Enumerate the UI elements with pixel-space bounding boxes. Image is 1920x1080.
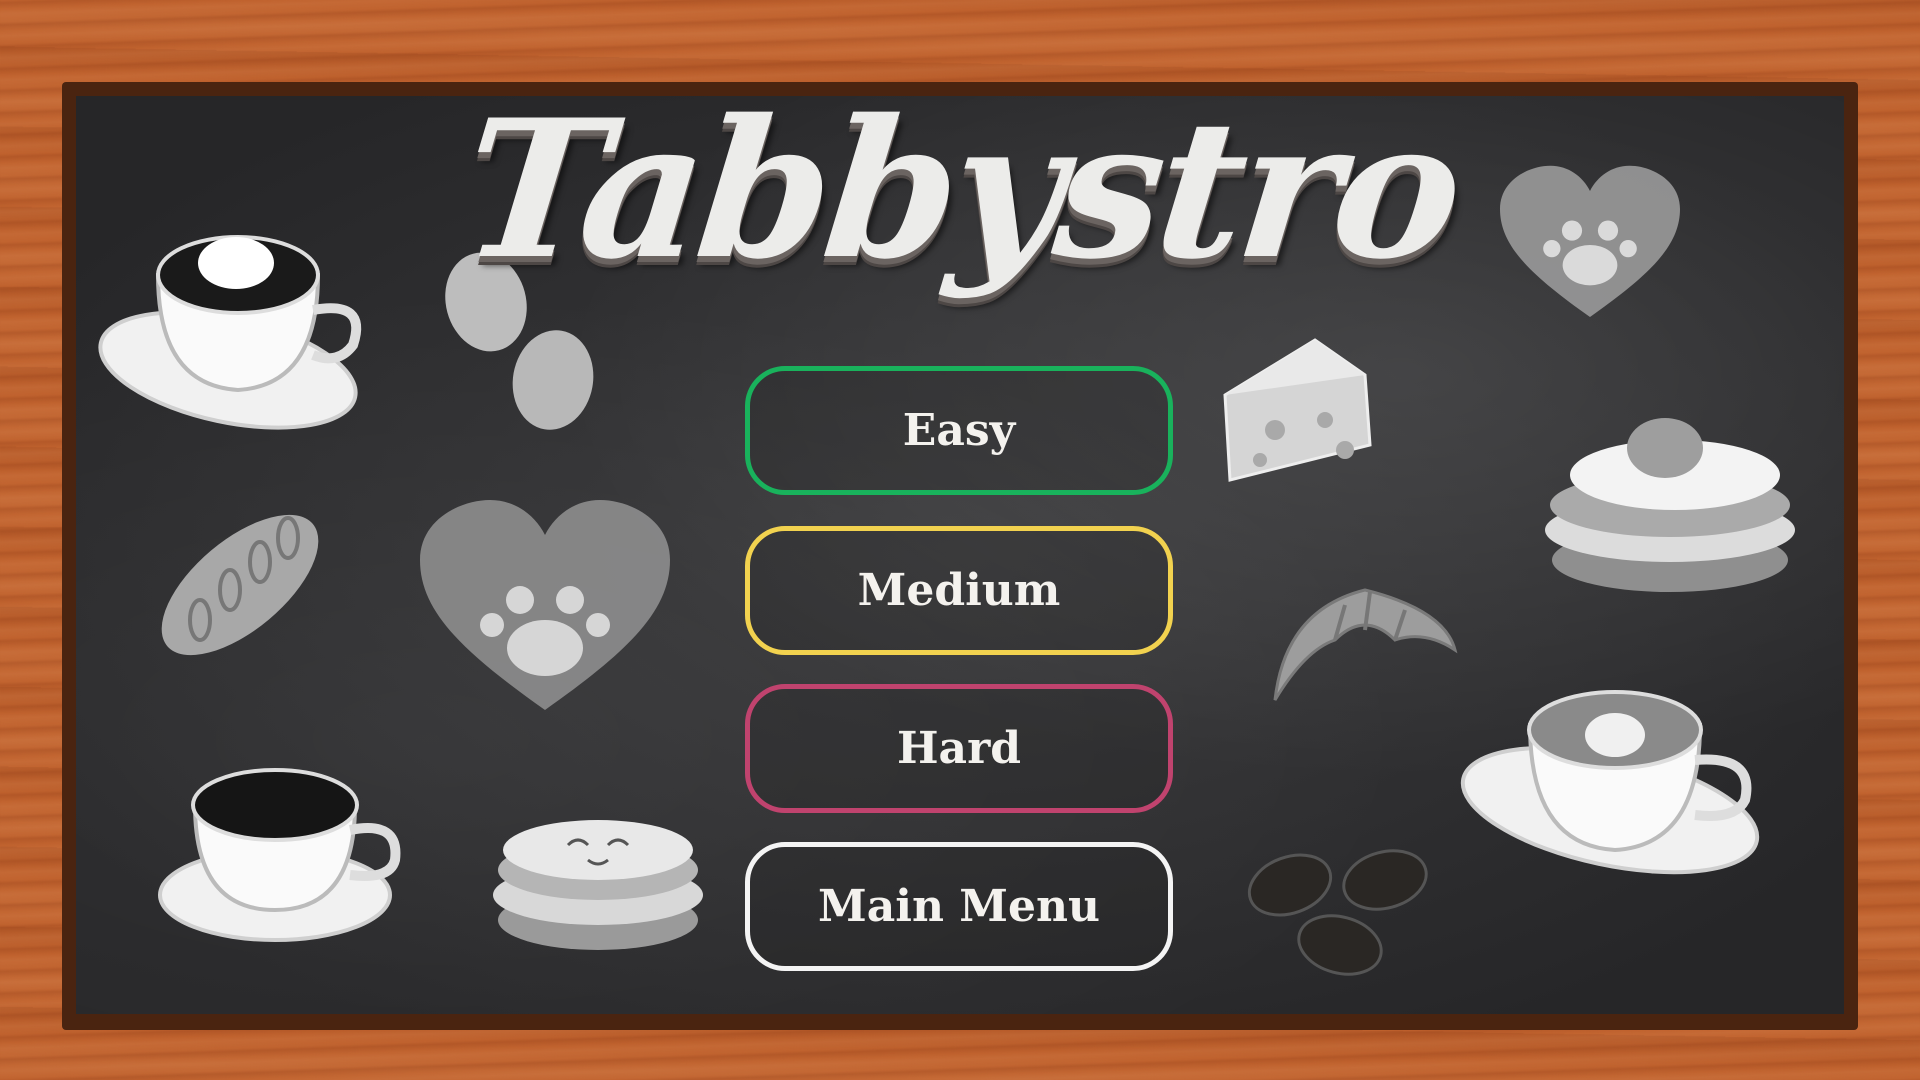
coffee-cup-black-icon xyxy=(158,768,401,942)
game-title: Tabbystro xyxy=(453,78,1467,301)
medium-button[interactable]: Medium xyxy=(745,526,1173,655)
coffee-beans-icon xyxy=(1247,849,1428,976)
cheese-icon xyxy=(1223,338,1372,482)
croissant-icon xyxy=(1273,588,1458,701)
pancakes-egg-icon xyxy=(1545,418,1795,592)
hard-button[interactable]: Hard xyxy=(745,684,1173,813)
pancakes-cat-icon xyxy=(493,820,703,950)
easy-button[interactable]: Easy xyxy=(745,366,1173,495)
latte-cat-art-icon xyxy=(1460,690,1760,875)
main-menu-button[interactable]: Main Menu xyxy=(745,842,1173,971)
heart-paw-icon xyxy=(420,500,670,710)
bread-loaf-icon xyxy=(161,514,319,656)
